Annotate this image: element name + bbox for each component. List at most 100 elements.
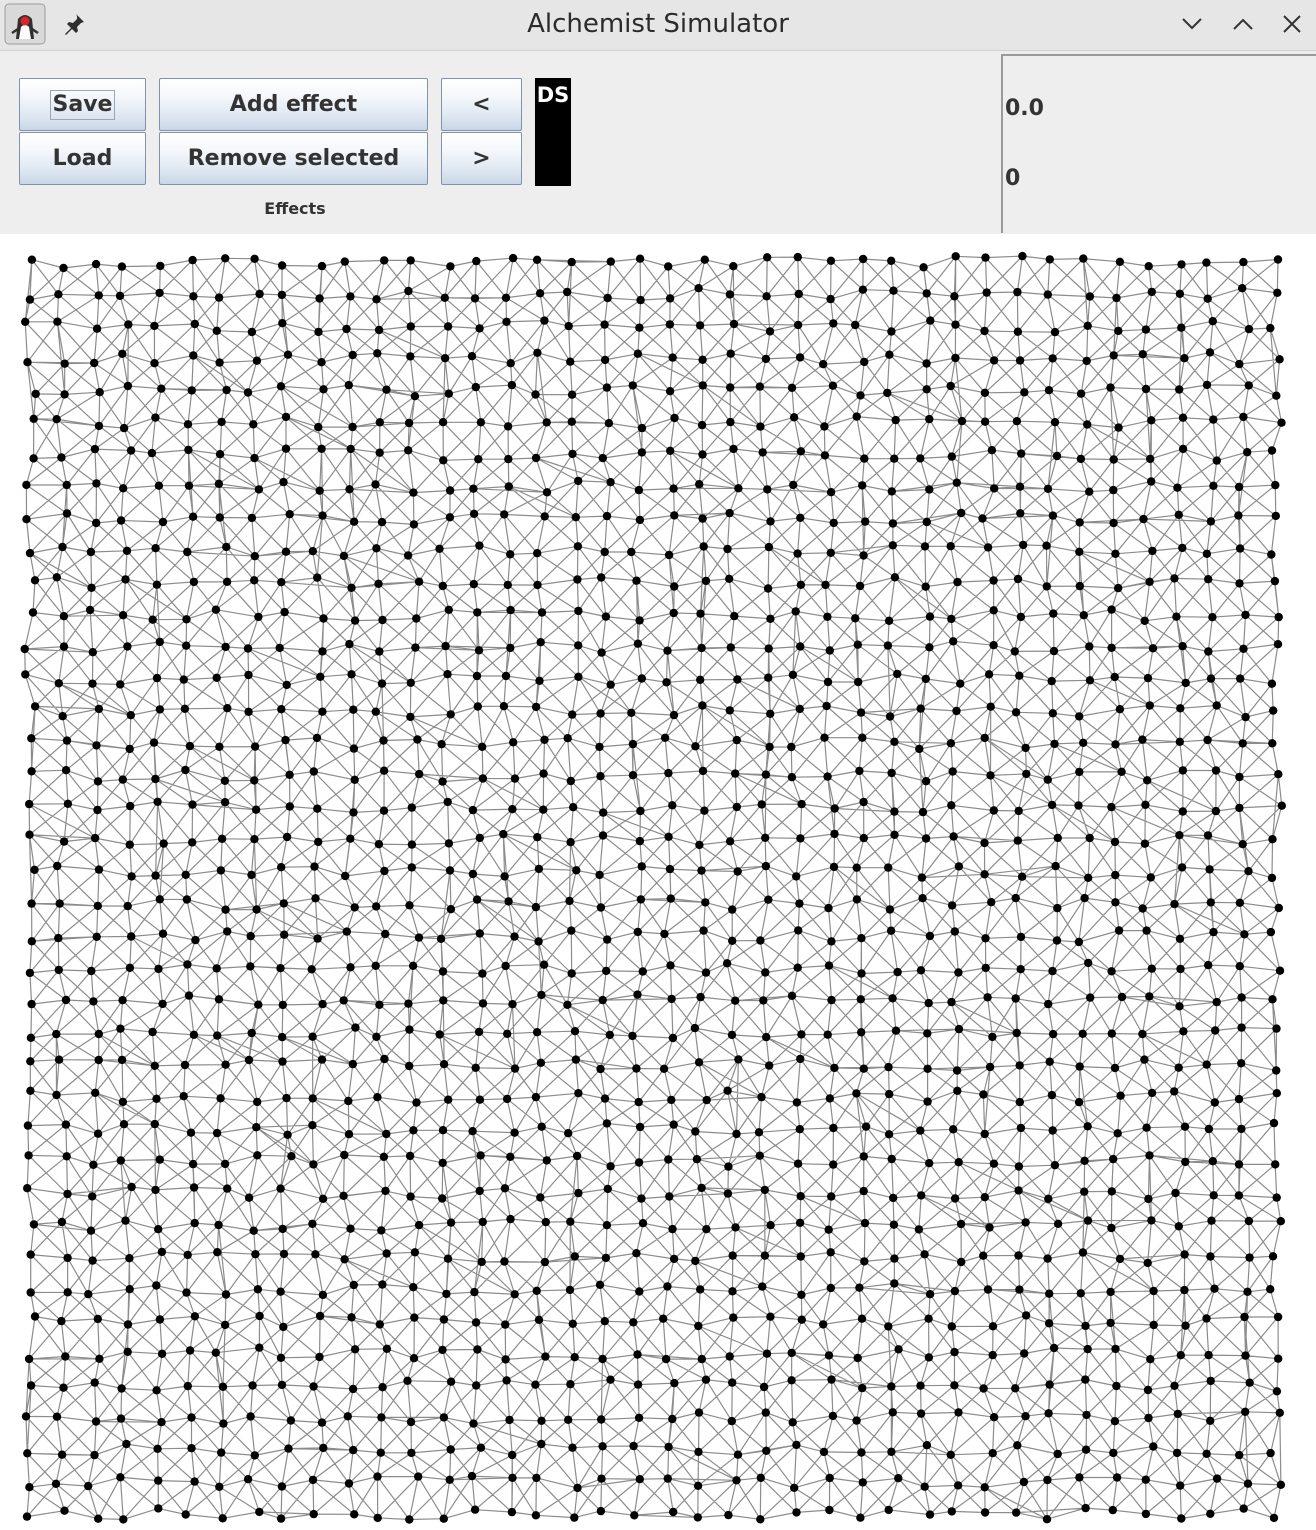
network-node[interactable]	[275, 643, 284, 653]
network-node[interactable]	[62, 509, 72, 518]
network-node[interactable]	[852, 863, 861, 872]
network-node[interactable]	[409, 1354, 419, 1363]
network-node[interactable]	[696, 1285, 705, 1294]
network-node[interactable]	[596, 772, 605, 781]
network-node[interactable]	[1013, 1441, 1022, 1450]
network-node[interactable]	[253, 1285, 263, 1294]
network-node[interactable]	[500, 872, 509, 881]
network-node[interactable]	[699, 542, 708, 551]
network-node[interactable]	[1044, 999, 1053, 1009]
network-node[interactable]	[851, 320, 860, 330]
network-node[interactable]	[89, 997, 98, 1006]
network-node[interactable]	[1014, 1162, 1024, 1171]
network-node[interactable]	[923, 1097, 932, 1106]
network-node[interactable]	[1044, 1194, 1053, 1203]
network-node[interactable]	[670, 582, 679, 591]
network-node[interactable]	[318, 999, 327, 1009]
network-node[interactable]	[572, 1151, 582, 1161]
network-node[interactable]	[187, 1444, 196, 1453]
network-node[interactable]	[119, 484, 128, 493]
network-node[interactable]	[23, 1449, 32, 1458]
network-node[interactable]	[826, 548, 835, 557]
network-node[interactable]	[700, 806, 709, 815]
network-node[interactable]	[697, 1354, 706, 1364]
network-node[interactable]	[252, 905, 261, 914]
network-node[interactable]	[158, 999, 167, 1009]
network-node[interactable]	[980, 1193, 989, 1202]
network-node[interactable]	[669, 1254, 679, 1264]
network-node[interactable]	[444, 839, 454, 848]
network-node[interactable]	[756, 422, 765, 431]
network-node[interactable]	[1275, 1408, 1285, 1418]
network-node[interactable]	[984, 670, 994, 679]
network-node[interactable]	[1272, 1066, 1281, 1075]
network-node[interactable]	[884, 1505, 893, 1515]
network-node[interactable]	[596, 1506, 606, 1516]
network-node[interactable]	[1277, 418, 1286, 427]
network-node[interactable]	[1011, 994, 1020, 1003]
network-node[interactable]	[1204, 960, 1213, 970]
network-node[interactable]	[21, 1412, 31, 1421]
network-node[interactable]	[478, 969, 487, 978]
network-node[interactable]	[1269, 706, 1278, 715]
network-node[interactable]	[1212, 997, 1221, 1007]
network-node[interactable]	[852, 1416, 861, 1425]
network-node[interactable]	[794, 289, 803, 299]
network-node[interactable]	[470, 294, 480, 303]
network-node[interactable]	[53, 861, 62, 871]
network-node[interactable]	[60, 390, 69, 399]
network-node[interactable]	[702, 1095, 711, 1105]
network-node[interactable]	[954, 1408, 963, 1417]
network-node[interactable]	[372, 295, 381, 304]
network-node[interactable]	[1043, 1475, 1052, 1485]
network-node[interactable]	[922, 289, 931, 298]
network-node[interactable]	[826, 256, 836, 265]
network-node[interactable]	[188, 1159, 198, 1169]
network-node[interactable]	[285, 510, 294, 519]
network-node[interactable]	[570, 1252, 579, 1261]
network-node[interactable]	[1212, 701, 1221, 710]
network-node[interactable]	[183, 1250, 192, 1260]
network-node[interactable]	[382, 1129, 391, 1139]
network-node[interactable]	[318, 1194, 328, 1203]
network-node[interactable]	[1110, 1417, 1120, 1426]
network-node[interactable]	[570, 1027, 580, 1036]
network-node[interactable]	[829, 1123, 838, 1133]
network-node[interactable]	[147, 448, 157, 458]
network-node[interactable]	[697, 1183, 706, 1193]
network-node[interactable]	[118, 996, 127, 1005]
network-node[interactable]	[1171, 1188, 1180, 1198]
network-node[interactable]	[57, 1217, 67, 1227]
network-node[interactable]	[1015, 1097, 1024, 1107]
network-node[interactable]	[829, 862, 839, 872]
network-node[interactable]	[732, 802, 741, 812]
network-node[interactable]	[949, 637, 958, 646]
network-node[interactable]	[1178, 642, 1187, 651]
network-node[interactable]	[154, 1504, 163, 1513]
network-node[interactable]	[1148, 644, 1158, 653]
network-node[interactable]	[1048, 1029, 1058, 1039]
network-node[interactable]	[1172, 612, 1181, 621]
network-node[interactable]	[887, 1154, 896, 1164]
network-node[interactable]	[884, 1322, 893, 1331]
network-node[interactable]	[346, 444, 355, 454]
network-node[interactable]	[1266, 1285, 1275, 1294]
network-node[interactable]	[890, 573, 900, 582]
network-node[interactable]	[889, 286, 898, 295]
network-node[interactable]	[1146, 454, 1155, 464]
network-node[interactable]	[954, 1024, 964, 1034]
network-node[interactable]	[659, 1314, 668, 1323]
network-node[interactable]	[733, 1450, 743, 1459]
network-node[interactable]	[285, 770, 294, 779]
network-node[interactable]	[121, 1216, 130, 1225]
network-node[interactable]	[375, 448, 384, 457]
network-node[interactable]	[633, 927, 642, 937]
network-node[interactable]	[223, 704, 232, 713]
network-node[interactable]	[916, 704, 925, 713]
network-node[interactable]	[823, 612, 832, 621]
network-node[interactable]	[921, 674, 930, 684]
network-node[interactable]	[1143, 1258, 1152, 1268]
network-node[interactable]	[278, 1000, 287, 1010]
network-node[interactable]	[373, 1472, 382, 1481]
network-node[interactable]	[1267, 873, 1277, 883]
